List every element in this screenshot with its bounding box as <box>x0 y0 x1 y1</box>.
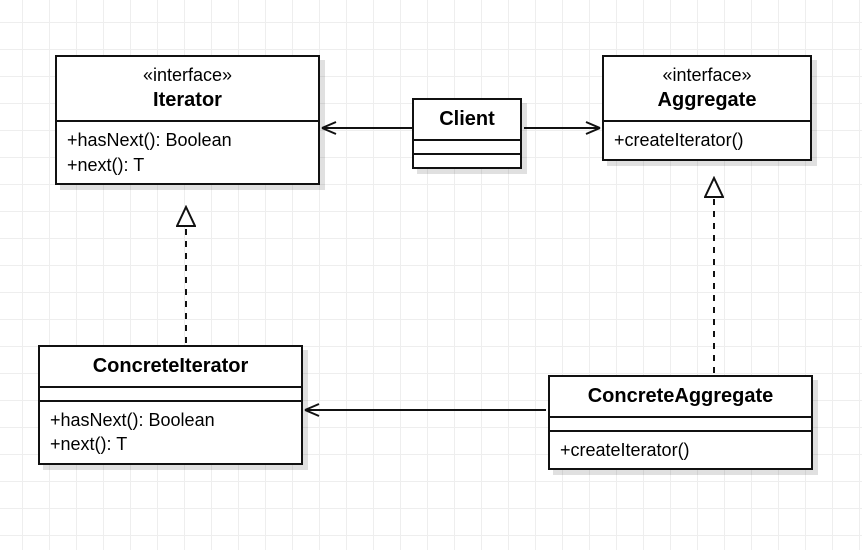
class-client: Client <box>412 98 522 169</box>
stereotype-label: «interface» <box>67 63 308 87</box>
operation: +next(): T <box>67 153 308 177</box>
class-iterator: «interface» Iterator +hasNext(): Boolean… <box>55 55 320 185</box>
attributes-compartment <box>550 418 811 432</box>
class-name: Iterator <box>67 87 308 114</box>
class-concrete-aggregate: ConcreteAggregate +createIterator() <box>548 375 813 470</box>
attributes-compartment <box>40 388 301 402</box>
stereotype-label: «interface» <box>614 63 800 87</box>
operation: +createIterator() <box>560 438 801 462</box>
class-aggregate: «interface» Aggregate +createIterator() <box>602 55 812 161</box>
operations-compartment <box>414 155 520 167</box>
operation: +next(): T <box>50 432 291 456</box>
attributes-compartment <box>414 141 520 155</box>
operation: +createIterator() <box>614 128 800 152</box>
operation: +hasNext(): Boolean <box>67 128 308 152</box>
class-name: ConcreteIterator <box>50 353 291 380</box>
operation: +hasNext(): Boolean <box>50 408 291 432</box>
class-name: ConcreteAggregate <box>560 383 801 410</box>
class-name: Client <box>424 106 510 133</box>
class-concrete-iterator: ConcreteIterator +hasNext(): Boolean +ne… <box>38 345 303 465</box>
class-name: Aggregate <box>614 87 800 114</box>
